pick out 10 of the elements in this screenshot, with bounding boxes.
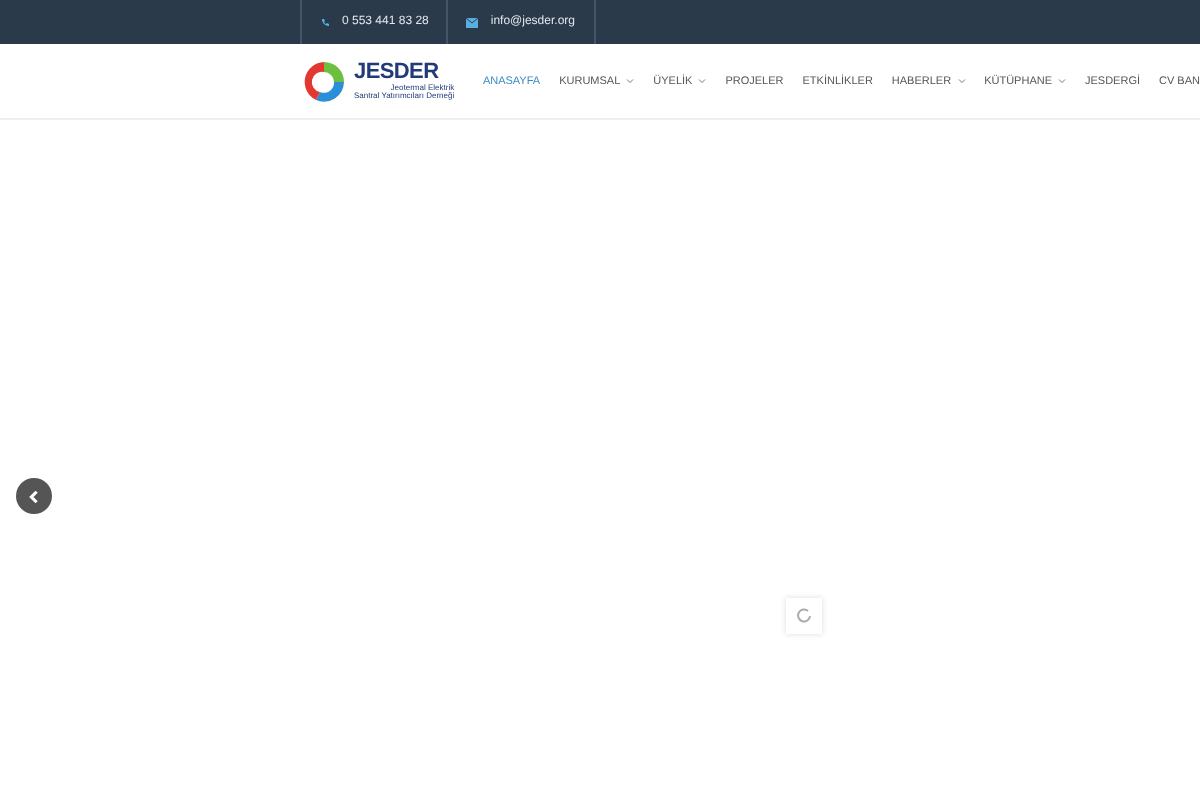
previous-slide-button[interactable] xyxy=(16,478,52,514)
logo-name: JESDER xyxy=(354,61,441,83)
chevron-down-icon xyxy=(698,78,707,84)
chevron-down-icon xyxy=(1058,78,1066,84)
loading-spinner xyxy=(786,598,822,634)
envelope-icon xyxy=(466,17,479,27)
phone-icon xyxy=(320,17,330,27)
chevron-down-icon xyxy=(626,78,635,84)
chevron-left-icon xyxy=(28,489,40,503)
chevron-down-icon xyxy=(957,78,966,84)
